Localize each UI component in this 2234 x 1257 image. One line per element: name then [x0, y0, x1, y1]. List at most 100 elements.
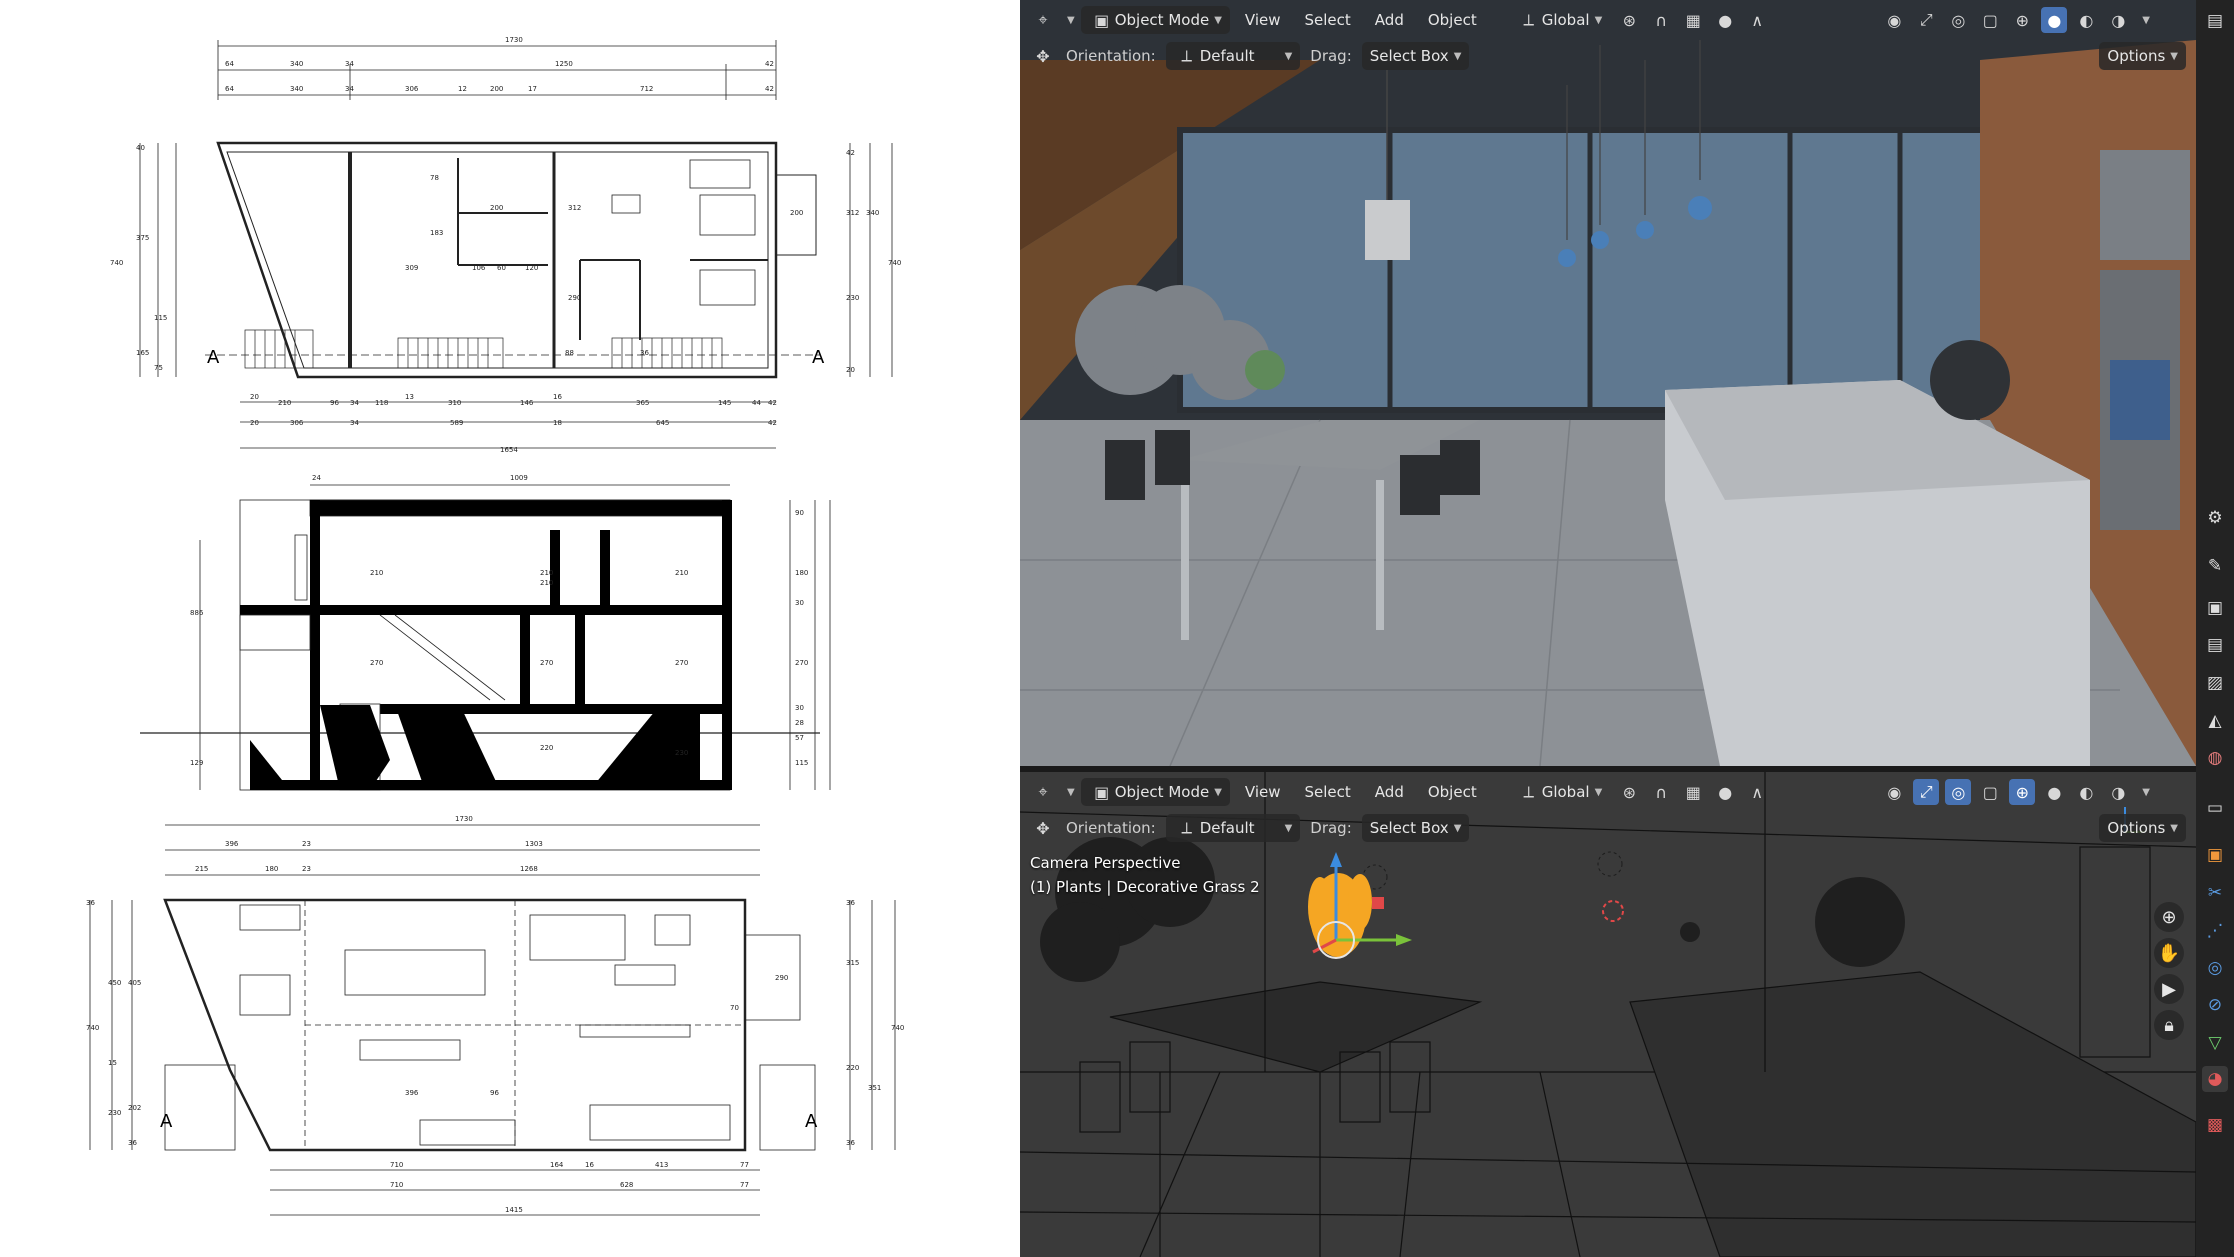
tool-icon[interactable]: ✎ — [2202, 553, 2228, 579]
options-dropdown[interactable]: Options ▼ — [2099, 814, 2186, 842]
dim-text: 220 — [540, 744, 553, 752]
world-icon[interactable]: ◍ — [2202, 745, 2228, 771]
wireframe-shading-icon[interactable]: ⊕ — [2009, 779, 2036, 805]
drag-dropdown[interactable]: Select Box ▼ — [1361, 814, 1470, 842]
rendered-shading-icon[interactable]: ◑ — [2105, 7, 2131, 33]
scene-icon[interactable]: ◭ — [2202, 708, 2228, 734]
xray-icon[interactable]: ▢ — [1977, 779, 2003, 805]
material-shading-icon[interactable]: ◐ — [2073, 7, 2099, 33]
solid-shading-icon[interactable]: ● — [2041, 779, 2067, 805]
orientation-dropdown[interactable]: ⟂ Default ▼ — [1165, 42, 1301, 70]
pivot-icon[interactable]: ⊛ — [1616, 7, 1642, 33]
proportional-edit-icon[interactable]: ● — [1712, 779, 1738, 805]
gizmo-icon[interactable]: ⤢ — [1913, 779, 1940, 805]
constraints-icon[interactable]: ⊘ — [2202, 992, 2228, 1018]
pivot-icon[interactable]: ⊛ — [1616, 779, 1642, 805]
mode-dropdown[interactable]: ▣ Object Mode ▼ — [1080, 778, 1230, 806]
transform-orientation-dropdown[interactable]: ⟂ Global ▼ — [1508, 778, 1611, 806]
viewport-rendered[interactable]: ⌖ ▼ ▣ Object Mode ▼ View Select Add Objec… — [1020, 0, 2196, 766]
falloff-icon[interactable]: ∧ — [1744, 779, 1770, 805]
overlay-icon[interactable]: ◎ — [1945, 779, 1972, 805]
screen: 1730 64 340 34 1250 42 64 340 34 306 12 … — [0, 0, 2234, 1257]
move-tool-icon[interactable]: ✥ — [1030, 43, 1056, 69]
section-marker-a: A — [160, 1111, 173, 1132]
dim-text: 270 — [675, 659, 688, 667]
menu-view[interactable]: View — [1236, 778, 1290, 806]
menu-object[interactable]: Object — [1419, 778, 1486, 806]
wireframe-shading-icon[interactable]: ⊕ — [2009, 7, 2035, 33]
dim-text: 16 — [553, 393, 562, 401]
dim-text: 306 — [405, 85, 419, 93]
data-icon[interactable]: ▽ — [2202, 1030, 2228, 1056]
visibility-icon[interactable]: ◉ — [1881, 779, 1907, 805]
zoom-icon[interactable]: ⊕ — [2154, 902, 2184, 932]
camera-icon[interactable]: ▶ — [2154, 974, 2184, 1004]
modifier-icon[interactable]: ✂ — [2202, 880, 2228, 906]
menu-select[interactable]: Select — [1296, 6, 1360, 34]
render-icon[interactable]: ▣ — [2202, 595, 2228, 621]
physics-icon[interactable]: ◎ — [2202, 955, 2228, 981]
gizmo-icon[interactable]: ⤢ — [1913, 7, 1939, 33]
collection-icon[interactable]: ▭ — [2202, 795, 2228, 821]
dim-text: 20 — [250, 419, 259, 427]
snap-grid-icon[interactable]: ▦ — [1680, 779, 1706, 805]
dim-text: 740 — [110, 259, 123, 267]
menu-object[interactable]: Object — [1419, 6, 1486, 34]
proportional-edit-icon[interactable]: ● — [1712, 7, 1738, 33]
dim-text: 306 — [290, 419, 304, 427]
menu-view[interactable]: View — [1236, 6, 1290, 34]
dim-text: 413 — [655, 1161, 668, 1169]
orientation-dropdown[interactable]: ⟂ Default ▼ — [1165, 814, 1301, 842]
dim-text: 36 — [86, 899, 95, 907]
visibility-icon[interactable]: ◉ — [1881, 7, 1907, 33]
dim-text: 44 — [752, 399, 761, 407]
pan-hand-icon[interactable]: ✋ — [2154, 938, 2184, 968]
image-icon[interactable]: ▨ — [2202, 670, 2228, 696]
snap-icon[interactable]: ∩ — [1648, 7, 1674, 33]
dim-text: 36 — [846, 1139, 855, 1147]
material-shading-icon[interactable]: ◐ — [2073, 779, 2099, 805]
xray-icon[interactable]: ▢ — [1977, 7, 2003, 33]
drag-dropdown[interactable]: Select Box ▼ — [1361, 42, 1470, 70]
options-dropdown[interactable]: Options ▼ — [2099, 42, 2186, 70]
dim-text: 200 — [790, 209, 803, 217]
menu-add[interactable]: Add — [1366, 6, 1413, 34]
object-icon[interactable]: ▣ — [2202, 842, 2228, 868]
snap-grid-icon[interactable]: ▦ — [1680, 7, 1706, 33]
chevron-down-icon: ▼ — [2170, 822, 2178, 834]
dim-text: 60 — [497, 264, 506, 272]
dim-text: 165 — [136, 349, 149, 357]
particles-icon[interactable]: ⋰ — [2202, 918, 2228, 944]
tool-icon[interactable]: ⚙ — [2202, 505, 2228, 531]
chevron-down-icon: ▼ — [1594, 786, 1603, 798]
view-icon[interactable]: ▤ — [2202, 8, 2228, 34]
dim-text: 215 — [195, 865, 208, 873]
dim-text: 40 — [136, 144, 145, 152]
object-mode-icon: ▣ — [1094, 782, 1110, 802]
falloff-icon[interactable]: ∧ — [1744, 7, 1770, 33]
dim-text: 202 — [128, 1104, 141, 1112]
editor-type-icon[interactable]: ⌖ — [1030, 779, 1056, 805]
options-label: Options — [2107, 819, 2166, 837]
viewport-wireframe[interactable]: ⌖ ▼ ▣ Object Mode ▼ View Select Add Objec… — [1020, 772, 2196, 1257]
menu-add[interactable]: Add — [1366, 778, 1413, 806]
texture-icon[interactable]: ▩ — [2202, 1112, 2228, 1138]
material-icon[interactable]: ◕ — [2202, 1066, 2228, 1092]
rendered-shading-icon[interactable]: ◑ — [2105, 779, 2131, 805]
dim-text: 396 — [225, 840, 239, 848]
viewport-object-label: (1) Plants | Decorative Grass 2 — [1030, 878, 1260, 896]
snap-icon[interactable]: ∩ — [1648, 779, 1674, 805]
move-tool-icon[interactable]: ✥ — [1030, 815, 1056, 841]
tool-settings-header: ✥ Orientation: ⟂ Default ▼ Drag: Select … — [1020, 38, 2196, 74]
architectural-drawings: 1730 64 340 34 1250 42 64 340 34 306 12 … — [0, 0, 1020, 1257]
mode-dropdown[interactable]: ▣ Object Mode ▼ — [1080, 6, 1230, 34]
menu-select[interactable]: Select — [1296, 778, 1360, 806]
lock-icon[interactable]: 🔒︎ — [2154, 1010, 2184, 1040]
dim-text: 210 — [540, 579, 553, 587]
transform-orientation-dropdown[interactable]: ⟂ Global ▼ — [1508, 6, 1611, 34]
output-icon[interactable]: ▤ — [2202, 632, 2228, 658]
dim-text: 210 — [675, 569, 688, 577]
solid-shading-icon[interactable]: ● — [2041, 7, 2068, 33]
editor-type-icon[interactable]: ⌖ — [1030, 7, 1056, 33]
overlay-icon[interactable]: ◎ — [1945, 7, 1971, 33]
